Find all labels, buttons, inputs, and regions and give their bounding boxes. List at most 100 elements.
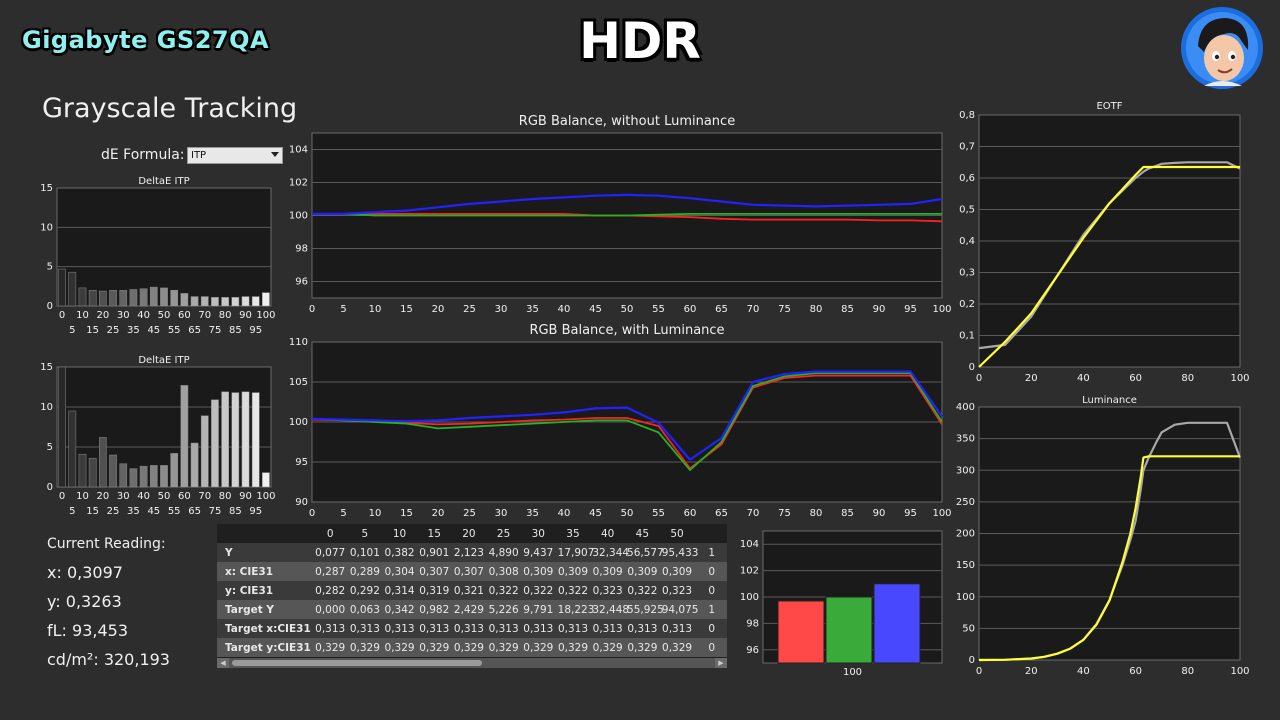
table-cell: 0,282: [312, 581, 348, 600]
delta-bar: [251, 296, 260, 307]
x-tick-label: 80: [219, 310, 232, 321]
table-cell: 56,577: [625, 543, 664, 562]
table-cell: 55,925: [625, 600, 664, 619]
x-tick-label: 20: [432, 508, 445, 519]
x-tick-label: 60: [1129, 666, 1142, 677]
table-cell: 0,313: [590, 619, 626, 638]
table-cell: 0,322: [555, 581, 591, 600]
delta-bar: [58, 268, 66, 307]
x-tick-label: 85: [229, 506, 242, 517]
table-cell: 0,329: [312, 638, 348, 657]
y-tick-label: 98: [746, 618, 759, 629]
y-tick-label: 0: [969, 362, 975, 373]
x-tick-label: 85: [229, 325, 242, 336]
table-cell: 4,890: [486, 543, 521, 562]
x-tick-label: 0: [59, 310, 65, 321]
x-tick-label: 45: [589, 304, 602, 315]
table-cell: 0: [694, 619, 727, 638]
x-tick-label: 40: [558, 508, 571, 519]
y-tick-label: 104: [740, 539, 759, 550]
delta-bar: [99, 290, 107, 307]
y-tick-label: 0: [47, 301, 53, 312]
delta-bar: [78, 287, 87, 307]
table-cell: 0,307: [451, 562, 487, 581]
x-tick-label: 100: [1230, 373, 1249, 384]
delta-bar: [190, 442, 199, 488]
x-tick-label: 100: [932, 508, 951, 519]
chart-title: RGB Balance, with Luminance: [529, 323, 724, 338]
y-tick-label: 102: [289, 178, 308, 189]
x-tick-label: 25: [107, 506, 120, 517]
y-tick-label: 0,7: [959, 142, 975, 153]
y-tick-label: 90: [295, 497, 308, 508]
scroll-left-icon[interactable]: ◀: [217, 658, 229, 668]
x-tick-label: 20: [1025, 373, 1038, 384]
y-tick-label: 400: [956, 402, 975, 413]
x-tick-label: 15: [86, 506, 99, 517]
x-tick-label: 75: [778, 304, 791, 315]
table-cell: 0,329: [659, 638, 695, 657]
table-cell: 5,226: [486, 600, 521, 619]
table-row-label: x: CIE31: [217, 562, 313, 581]
delta-bar: [241, 391, 250, 488]
delta-bar: [221, 391, 229, 488]
x-tick-label: 5: [69, 506, 75, 517]
table-row-label: y: CIE31: [217, 581, 313, 600]
table-cell: 0,313: [416, 619, 452, 638]
y-tick-label: 10: [40, 222, 53, 233]
table-cell: 0: [694, 562, 727, 581]
x-tick-label: 10: [76, 310, 89, 321]
scroll-right-icon[interactable]: ▶: [715, 658, 727, 668]
x-tick-label: 100: [932, 304, 951, 315]
table-cell: 2,123: [451, 543, 487, 562]
table-column-header: 15: [416, 524, 452, 543]
table-cell: 0,313: [451, 619, 487, 638]
table-cell: 0: [694, 638, 727, 657]
x-tick-label: 75: [778, 508, 791, 519]
table-column-header: 25: [486, 524, 521, 543]
table-row: x: CIE31 0,287 0,289 0,304 0,307 0,307 0,308 0,…: [217, 562, 727, 581]
x-tick-label: 35: [526, 508, 539, 519]
y-tick-label: 100: [740, 592, 759, 603]
table-row-label: Y: [217, 543, 313, 562]
table-cell: 0,329: [520, 638, 556, 657]
x-tick-label: 45: [147, 506, 160, 517]
x-tick-label: 60: [178, 491, 191, 502]
x-tick-label: 30: [117, 310, 130, 321]
table-cell: 0,329: [416, 638, 452, 657]
delta-bar: [170, 453, 179, 488]
x-tick-label: 45: [589, 508, 602, 519]
chart-title: RGB Balance, without Luminance: [519, 114, 735, 129]
table-cell: 9,791: [520, 600, 556, 619]
table-scroll-thumb[interactable]: [232, 660, 482, 666]
table-column-header: 50: [659, 524, 695, 543]
table-cell: 0,382: [382, 543, 417, 562]
table-cell: 0,982: [416, 600, 452, 619]
y-tick-label: 105: [289, 377, 308, 388]
x-tick-label: 95: [904, 304, 917, 315]
delta-bar: [149, 465, 158, 488]
measurement-table[interactable]: 0 5 10 15 20 25 30 35 40 45 50 Y 0,077 0,101 0,382 0,90…: [217, 524, 727, 668]
table-cell: 0,309: [659, 562, 695, 581]
x-tick-label: 95: [249, 325, 262, 336]
table-cell: 0,313: [347, 619, 383, 638]
x-tick-label: 80: [1181, 666, 1194, 677]
y-tick-label: 15: [40, 362, 53, 373]
x-tick-label: 65: [188, 506, 201, 517]
x-tick-label: 50: [621, 508, 634, 519]
table-row-label: Target y:CIE31: [217, 638, 313, 657]
x-tick-label: 20: [96, 310, 109, 321]
table-cell: 0: [694, 581, 727, 600]
chart-title: DeltaE ITP: [138, 176, 189, 187]
x-tick-label: 60: [178, 310, 191, 321]
table-row: Target y:CIE31 0,329 0,329 0,329 0,329 0,329 0…: [217, 638, 727, 657]
y-tick-label: 0,3: [959, 268, 975, 279]
y-tick-label: 10: [40, 402, 53, 413]
chart-title: DeltaE ITP: [138, 355, 189, 366]
x-tick-label: 40: [137, 491, 150, 502]
x-tick-label: 0: [976, 666, 982, 677]
delta-bar: [231, 297, 240, 307]
table-cell: 0,314: [382, 581, 417, 600]
table-column-header: 0: [312, 524, 348, 543]
table-cell: 94,075: [659, 600, 698, 619]
